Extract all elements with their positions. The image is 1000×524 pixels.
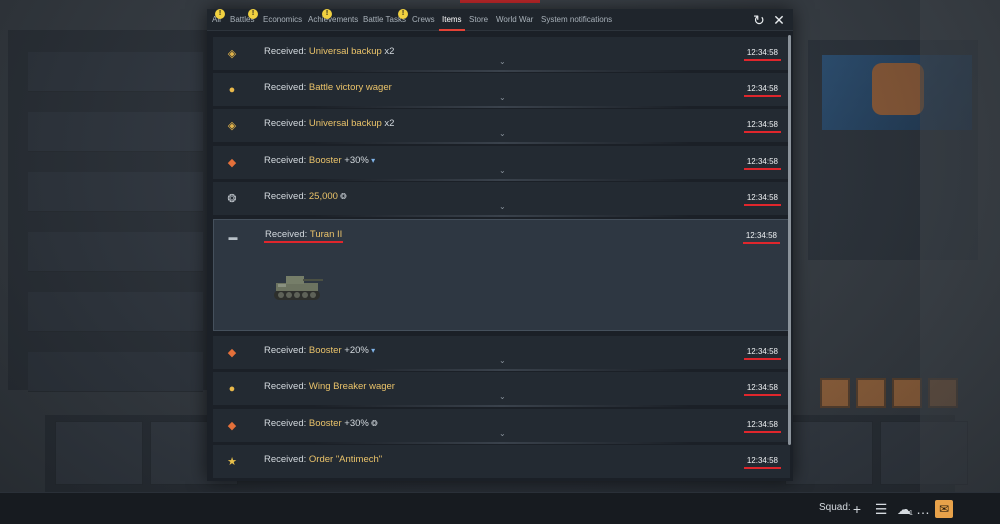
tab-achievements[interactable]: Achievements! (308, 9, 358, 24)
notification-row[interactable]: ◆ Received: Booster +20% ▾ 12:34:58 ⌄ (213, 336, 790, 371)
mail-icon[interactable]: ✉ (935, 500, 953, 518)
notification-row-expanded[interactable]: ▬ Received: Turan II 12:34:58 (213, 219, 790, 331)
notification-time: 12:34:58 (742, 231, 781, 244)
notification-text: Received: Booster +20% ▾ (264, 345, 376, 356)
chevron-down-icon[interactable]: ⌄ (499, 430, 506, 438)
chevron-down-icon[interactable]: ⌄ (499, 94, 506, 102)
chevron-down-icon[interactable]: ⌄ (499, 357, 506, 365)
notification-time: 12:34:58 (743, 456, 782, 469)
warning-icon: ! (322, 9, 332, 19)
tank-image (274, 276, 323, 300)
list-icon[interactable]: ☰ (872, 500, 890, 518)
tab-system-notifications[interactable]: System notifications (541, 15, 612, 24)
notification-text: Received: Battle victory wager (264, 82, 392, 93)
notification-row[interactable]: ❂ Received: 25,000 ❂ 12:34:58 ⌄ (213, 182, 790, 217)
notification-text: Received: 25,000 ❂ (264, 191, 347, 202)
order-icon: ★ (227, 456, 237, 468)
notification-list: ◈ Received: Universal backup x2 12:34:58… (213, 37, 790, 478)
notification-time: 12:34:58 (743, 347, 782, 360)
booster-icon: ◆ (227, 157, 237, 169)
notification-row[interactable]: ● Received: Wing Breaker wager 12:34:58 … (213, 372, 790, 407)
close-icon[interactable]: ✕ (771, 12, 787, 28)
tab-store[interactable]: Store (469, 15, 488, 24)
silver-lions-icon: ❂ (337, 192, 347, 201)
notification-tabs: All! Battles! Economics Achievements! Ba… (207, 9, 793, 31)
research-points-icon: ▾ (368, 156, 376, 165)
add-squad-icon[interactable]: + (848, 500, 866, 518)
notification-text: Received: Order "Antimech" (264, 454, 383, 465)
notification-text: Received: Universal backup x2 (264, 46, 395, 57)
notification-time: 12:34:58 (743, 48, 782, 61)
notification-text: Received: Booster +30% ❂ (264, 418, 378, 429)
notification-row[interactable]: ◈ Received: Universal backup x2 12:34:58… (213, 37, 790, 72)
notification-row[interactable]: ◆ Received: Booster +30% ▾ 12:34:58 ⌄ (213, 146, 790, 181)
notifications-window: All! Battles! Economics Achievements! Ba… (207, 9, 793, 481)
notification-time: 12:34:58 (743, 193, 782, 206)
tab-battles[interactable]: Battles! (230, 9, 258, 24)
notification-row[interactable]: ◈ Received: Universal backup x2 12:34:58… (213, 109, 790, 144)
notification-text: Received: Wing Breaker wager (264, 381, 395, 392)
warning-icon: ! (248, 9, 258, 19)
chevron-down-icon[interactable]: ⌄ (499, 58, 506, 66)
notification-text: Received: Booster +30% ▾ (264, 155, 376, 166)
notification-row[interactable]: ◆ Received: Booster +30% ❂ 12:34:58 ⌄ (213, 409, 790, 444)
notification-time: 12:34:58 (743, 420, 782, 433)
notification-text: Received: Universal backup x2 (264, 118, 395, 129)
booster-icon: ◆ (227, 347, 237, 359)
notification-time: 12:34:58 (743, 120, 782, 133)
tab-battle-tasks[interactable]: Battle Tasks! (363, 9, 408, 24)
chevron-down-icon[interactable]: ⌄ (499, 167, 506, 175)
wager-icon: ● (228, 84, 236, 96)
notification-time: 12:34:58 (743, 383, 782, 396)
list-scrollbar[interactable] (788, 35, 791, 445)
warning-icon: ! (398, 9, 408, 19)
tab-world-war[interactable]: World War (496, 15, 533, 24)
backup-icon: ◈ (227, 120, 237, 132)
tab-economics[interactable]: Economics (263, 15, 302, 24)
chevron-down-icon[interactable]: ⌄ (499, 130, 506, 138)
notification-time: 12:34:58 (743, 157, 782, 170)
bottom-bar: Squad: + ☰ ☁ 1 … ✉ (0, 492, 1000, 524)
tab-all[interactable]: All! (212, 9, 225, 24)
notification-row[interactable]: ★ Received: Order "Antimech" 12:34:58 (213, 445, 790, 478)
silver-lions-icon: ❂ (368, 419, 378, 428)
tank-icon: ▬ (228, 232, 238, 242)
squad-label: Squad: (819, 502, 851, 513)
notification-row[interactable]: ● Received: Battle victory wager 12:34:5… (213, 73, 790, 108)
wager-icon: ● (228, 383, 236, 395)
contacts-badge: 1 (909, 510, 913, 517)
tab-crews[interactable]: Crews (412, 15, 435, 24)
tab-items[interactable]: Items (439, 15, 465, 31)
silver-lions-icon: ❂ (227, 193, 237, 205)
booster-icon: ◆ (227, 420, 237, 432)
refresh-icon[interactable]: ↻ (751, 12, 767, 28)
chat-icon[interactable]: … (914, 500, 932, 518)
chevron-down-icon[interactable]: ⌄ (499, 393, 506, 401)
notification-time: 12:34:58 (743, 84, 782, 97)
research-points-icon: ▾ (368, 346, 376, 355)
chevron-down-icon[interactable]: ⌄ (499, 203, 506, 211)
backup-icon: ◈ (227, 48, 237, 60)
warning-icon: ! (215, 9, 225, 19)
notification-text: Received: Turan II (265, 229, 343, 240)
